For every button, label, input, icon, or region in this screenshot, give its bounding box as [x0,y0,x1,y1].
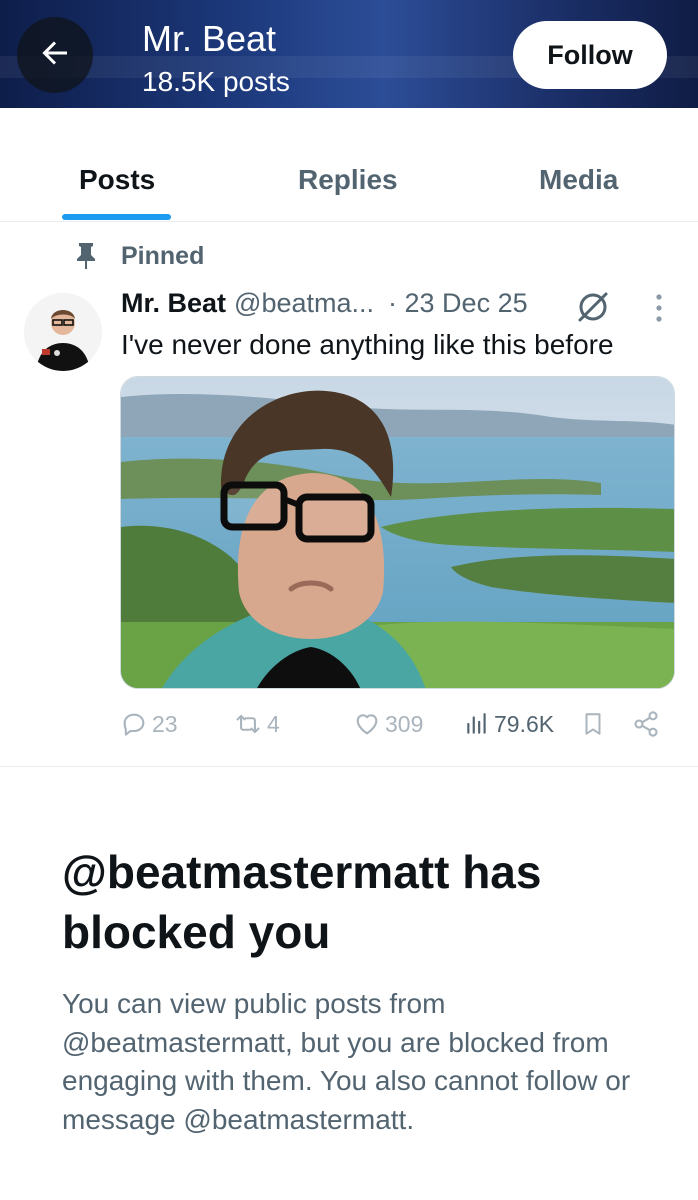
grok-icon[interactable] [576,290,610,329]
posts-count: 18.5K posts [142,66,290,97]
reply-count: 23 [152,710,178,737]
author-avatar[interactable] [24,293,102,371]
repost-count: 4 [267,710,280,737]
bookmark-button[interactable] [580,704,606,744]
profile-name: Mr. Beat [142,18,277,59]
reply-button[interactable]: 23 [120,704,178,744]
pinned-label: Pinned [121,242,205,270]
arrow-left-icon [37,35,73,76]
like-count: 309 [385,710,424,737]
views-button[interactable]: 79.6K [464,704,554,744]
heart-icon [353,710,381,738]
repost-icon [233,710,263,738]
back-button[interactable] [17,17,93,93]
blocked-description: You can view public posts from @beatmast… [62,988,631,1135]
follow-button[interactable]: Follow [513,21,667,89]
tweet-media-image[interactable] [120,376,675,689]
share-button[interactable] [632,704,660,744]
author-handle[interactable]: @beatma... [234,288,374,319]
bookmark-icon [580,710,606,738]
pinned-row [74,240,98,274]
author-name[interactable]: Mr. Beat [121,288,226,319]
views-count: 79.6K [494,710,555,737]
tweet-actions: 23 4 309 79.6K [0,704,698,744]
profile-header: Mr. Beat 18.5K posts Follow [0,0,698,108]
pin-icon [74,241,98,274]
tweet-header: Mr. Beat @beatma... · 23 Dec 25 [121,288,528,319]
repost-button[interactable]: 4 [233,704,280,744]
reply-icon [120,710,148,738]
active-tab-indicator [62,214,171,220]
section-divider [0,766,698,767]
views-chart-icon [464,710,490,738]
tweet-text: I've never done anything like this befor… [121,329,614,360]
tweet-date[interactable]: · 23 Dec 25 [388,288,528,319]
more-options-icon[interactable] [652,293,666,323]
tab-replies[interactable]: Replies [298,164,398,196]
tab-posts[interactable]: Posts [79,164,155,196]
like-button[interactable]: 309 [353,704,423,744]
share-icon [632,710,660,738]
tab-media[interactable]: Media [539,164,618,196]
blocked-title: @beatmastermatt has blocked you [62,846,542,958]
profile-tabs: Posts Replies Media [0,108,698,222]
